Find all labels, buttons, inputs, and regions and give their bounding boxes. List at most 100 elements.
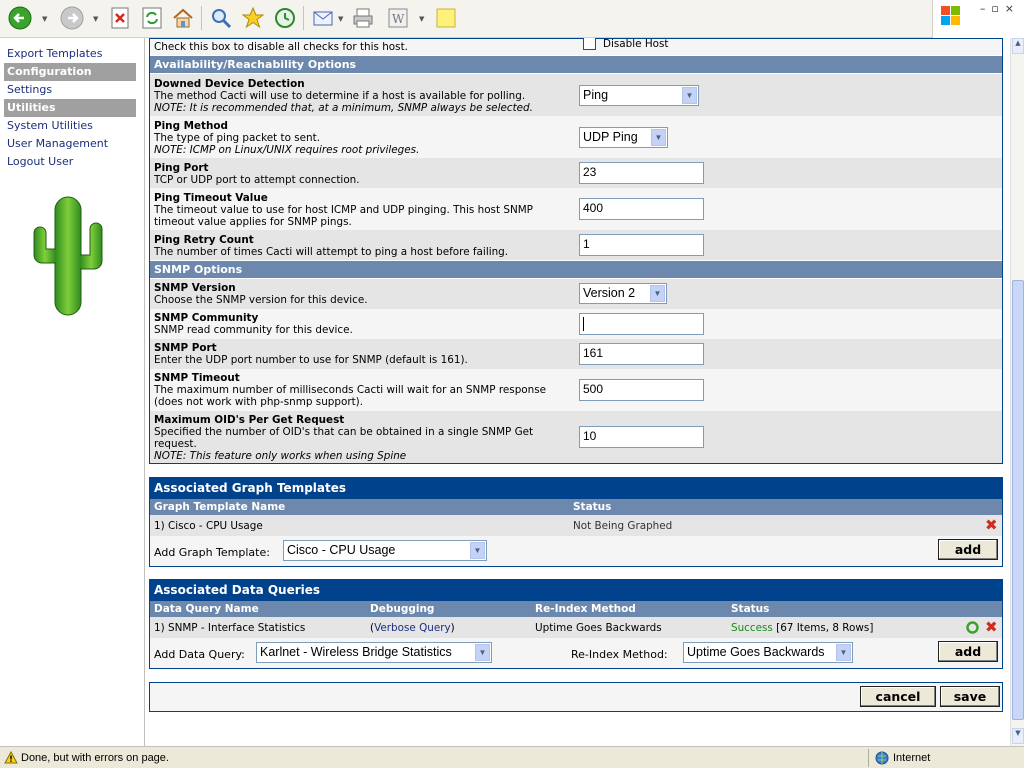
ping-port-input[interactable]: 23: [579, 162, 704, 184]
nav-settings[interactable]: Settings: [0, 81, 144, 99]
field-note: NOTE: This feature only works when using…: [154, 450, 407, 462]
nav-logout-user[interactable]: Logout User: [0, 153, 144, 171]
edit-dropdown-icon[interactable]: ▼: [419, 15, 424, 23]
ping-retry-input[interactable]: 1: [579, 234, 704, 256]
history-icon[interactable]: [271, 4, 299, 32]
data-queries-column-headers: Data Query Name Debugging Re-Index Metho…: [150, 601, 1002, 617]
chevron-down-icon[interactable]: ▼: [650, 285, 665, 302]
downed-device-select[interactable]: Ping ▼: [579, 85, 699, 106]
ping-timeout-row: Ping Timeout Value The timeout value to …: [150, 188, 1002, 230]
field-title: Ping Retry Count: [154, 234, 254, 246]
chevron-down-icon[interactable]: ▼: [836, 644, 851, 661]
chevron-down-icon[interactable]: ▼: [475, 644, 490, 661]
print-icon[interactable]: [349, 4, 377, 32]
browser-toolbar: ▼ ▼ ▼ W ▼ –▫×: [0, 0, 1024, 38]
column-header: Graph Template Name: [154, 501, 286, 513]
forward-dropdown-icon[interactable]: ▼: [93, 15, 98, 23]
main-content: Check this box to disable all checks for…: [146, 38, 1010, 746]
field-description: (does not work with php-snmp support).: [154, 396, 364, 408]
add-data-query-select[interactable]: Karlnet - Wireless Bridge Statistics ▼: [256, 642, 492, 663]
mail-dropdown-icon[interactable]: ▼: [338, 15, 343, 23]
add-graph-template-select[interactable]: Cisco - CPU Usage ▼: [283, 540, 487, 561]
field-description: The method Cacti will use to determine i…: [154, 90, 526, 102]
scrollbar-thumb[interactable]: [1012, 280, 1024, 720]
home-icon[interactable]: [169, 4, 197, 32]
add-data-query-row: Add Data Query: Karlnet - Wireless Bridg…: [150, 638, 1002, 668]
scroll-up-icon[interactable]: ▲: [1012, 38, 1024, 54]
toolbar-separator: [303, 6, 304, 30]
svg-text:W: W: [392, 12, 405, 26]
max-oid-input[interactable]: 10: [579, 426, 704, 448]
action-bar: cancel save: [149, 682, 1003, 712]
column-header: Status: [731, 603, 770, 615]
reindex-method-select[interactable]: Uptime Goes Backwards ▼: [683, 642, 853, 663]
edit-icon[interactable]: W: [384, 4, 412, 32]
snmp-community-row: SNMP Community SNMP read community for t…: [150, 309, 1002, 339]
add-graph-template-label: Add Graph Template:: [154, 546, 270, 559]
disable-host-checkbox[interactable]: [583, 38, 596, 50]
status-cell: Success [67 Items, 8 Rows]: [731, 622, 873, 634]
disable-host-row: Check this box to disable all checks for…: [150, 38, 1002, 55]
chevron-down-icon[interactable]: ▼: [651, 129, 666, 146]
data-query-name: 1) SNMP - Interface Statistics: [154, 622, 306, 634]
snmp-port-input[interactable]: 161: [579, 343, 704, 365]
back-icon[interactable]: [6, 4, 34, 32]
stop-icon[interactable]: [106, 4, 134, 32]
save-button[interactable]: save: [940, 686, 1000, 707]
add-graph-template-row: Add Graph Template: Cisco - CPU Usage ▼ a…: [150, 536, 1002, 566]
column-header: Status: [573, 501, 612, 513]
toolbar-separator: [201, 6, 202, 30]
ping-method-select[interactable]: UDP Ping ▼: [579, 127, 668, 148]
scroll-down-icon[interactable]: ▼: [1012, 728, 1024, 744]
chevron-down-icon[interactable]: ▼: [682, 87, 697, 104]
reindex-method-label: Re-Index Method:: [571, 648, 668, 661]
mail-icon[interactable]: [309, 4, 337, 32]
reload-icon[interactable]: [966, 621, 979, 637]
graph-templates-column-headers: Graph Template Name Status: [150, 499, 1002, 515]
status-success: Success: [731, 622, 773, 634]
status-text: Done, but with errors on page.: [21, 752, 169, 764]
warning-icon[interactable]: [4, 750, 18, 767]
delete-icon[interactable]: ✖: [985, 516, 998, 534]
favorites-icon[interactable]: [239, 4, 267, 32]
downed-device-row: Downed Device Detection The method Cacti…: [150, 74, 1002, 116]
chevron-down-icon[interactable]: ▼: [470, 542, 485, 559]
field-description: The timeout value to use for host ICMP a…: [154, 204, 533, 216]
search-icon[interactable]: [207, 4, 235, 32]
cacti-logo-icon: [28, 193, 112, 323]
add-data-query-button[interactable]: add: [938, 641, 998, 662]
note-icon[interactable]: [432, 4, 460, 32]
field-description: The type of ping packet to sent.: [154, 132, 321, 144]
host-settings-panel: Check this box to disable all checks for…: [149, 38, 1003, 464]
window-controls[interactable]: –▫×: [980, 2, 1020, 15]
add-graph-template-button[interactable]: add: [938, 539, 998, 560]
refresh-icon[interactable]: [138, 4, 166, 32]
field-title: Ping Timeout Value: [154, 192, 268, 204]
field-title: SNMP Version: [154, 282, 236, 294]
nav-user-management[interactable]: User Management: [0, 135, 144, 153]
field-description: TCP or UDP port to attempt connection.: [154, 174, 360, 186]
field-description: request.: [154, 438, 197, 450]
snmp-version-select[interactable]: Version 2 ▼: [579, 283, 667, 304]
snmp-community-input[interactable]: [579, 313, 704, 335]
field-title: Ping Method: [154, 120, 228, 132]
field-description: SNMP read community for this device.: [154, 324, 353, 336]
field-description: The number of times Cacti will attempt t…: [154, 246, 509, 258]
reindex-method-value: Uptime Goes Backwards: [535, 622, 662, 634]
column-header: Debugging: [370, 603, 435, 615]
back-dropdown-icon[interactable]: ▼: [42, 15, 47, 23]
vertical-scrollbar[interactable]: ▲ ▼: [1010, 38, 1024, 746]
nav-export-templates[interactable]: Export Templates: [0, 45, 144, 63]
field-description: Enter the UDP port number to use for SNM…: [154, 354, 468, 366]
graph-template-name: 1) Cisco - CPU Usage: [154, 520, 263, 532]
field-description: timeout value applies for SNMP pings.: [154, 216, 352, 228]
left-navigation: Export Templates Configuration Settings …: [0, 38, 145, 746]
ping-timeout-input[interactable]: 400: [579, 198, 704, 220]
verbose-query-link[interactable]: Verbose Query: [374, 622, 451, 634]
nav-system-utilities[interactable]: System Utilities: [0, 117, 144, 135]
field-description: The maximum number of milliseconds Cacti…: [154, 384, 547, 396]
snmp-timeout-input[interactable]: 500: [579, 379, 704, 401]
forward-icon[interactable]: [58, 4, 86, 32]
cancel-button[interactable]: cancel: [860, 686, 936, 707]
delete-icon[interactable]: ✖: [985, 618, 998, 636]
